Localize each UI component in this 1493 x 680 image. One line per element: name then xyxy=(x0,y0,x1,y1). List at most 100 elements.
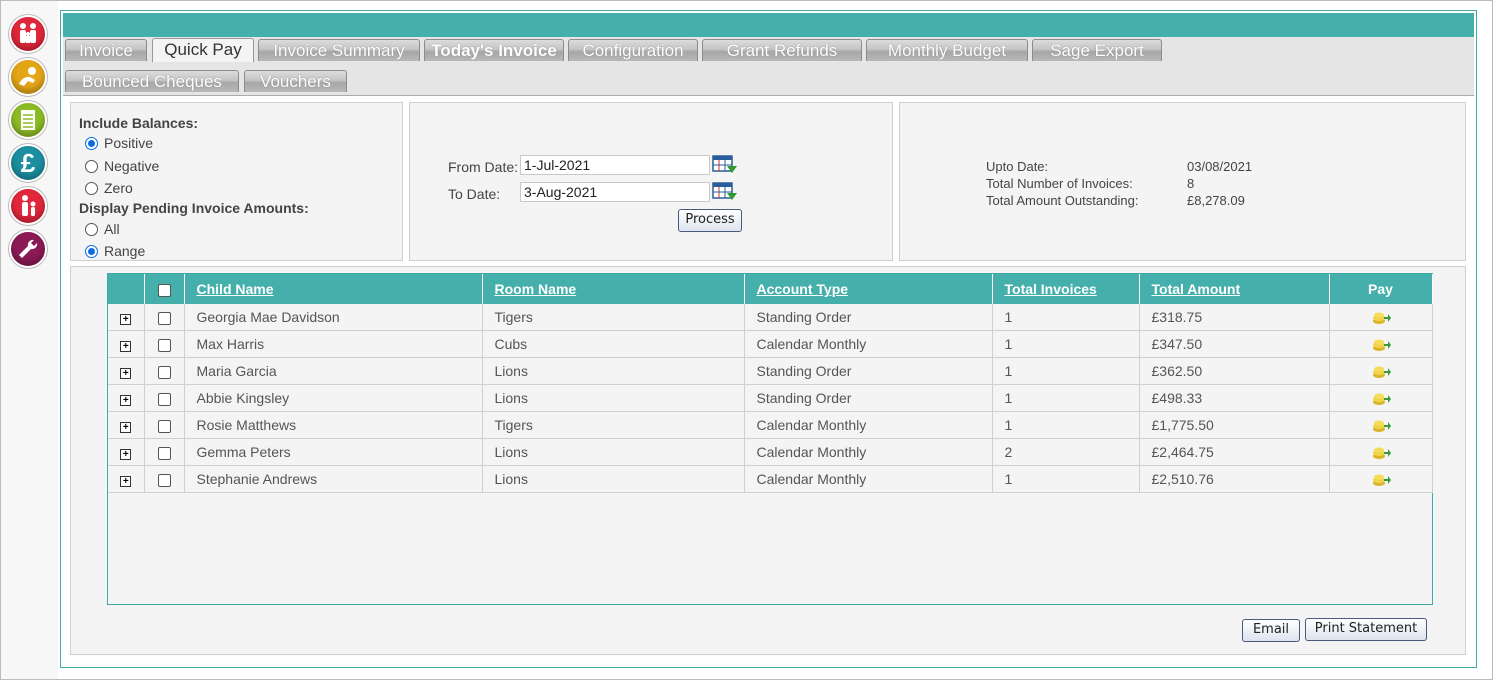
cell-total-amount: £498.33 xyxy=(1139,384,1330,412)
tab-todays-invoice[interactable]: Today's Invoice xyxy=(424,39,564,61)
radio-negative-row[interactable]: Negative xyxy=(85,158,159,174)
cell-total-invoices: 1 xyxy=(992,411,1140,439)
header-account-type[interactable]: Account Type xyxy=(744,274,993,304)
process-button[interactable]: Process xyxy=(678,209,742,232)
cell-total-invoices: 1 xyxy=(992,384,1140,412)
date-panel: From Date: To Date: Process xyxy=(409,102,893,261)
radio-positive[interactable] xyxy=(85,136,98,150)
wrench-icon[interactable] xyxy=(9,230,47,268)
radio-all[interactable] xyxy=(85,222,98,236)
from-calendar-icon[interactable] xyxy=(712,154,738,176)
register-icon[interactable] xyxy=(9,101,47,139)
header-total-amount[interactable]: Total Amount xyxy=(1139,274,1330,304)
tab-vouchers[interactable]: Vouchers xyxy=(244,70,347,92)
baby-icon[interactable] xyxy=(9,58,47,96)
cell-child-name: Rosie Matthews xyxy=(184,411,483,439)
tab-invoice[interactable]: Invoice xyxy=(65,39,147,61)
tab-monthly-budget[interactable]: Monthly Budget xyxy=(866,39,1028,61)
outstanding-label: Total Amount Outstanding: xyxy=(986,193,1139,208)
include-balances-label: Include Balances: xyxy=(79,115,199,131)
row-checkbox[interactable] xyxy=(157,338,171,352)
row-checkbox[interactable] xyxy=(157,473,171,487)
header-total-invoices[interactable]: Total Invoices xyxy=(992,274,1140,304)
table-panel: Child Name Room Name Account Type Total … xyxy=(70,266,1466,655)
expand-row-button[interactable]: + xyxy=(120,422,132,433)
print-statement-button[interactable]: Print Statement xyxy=(1305,618,1427,641)
family-icon[interactable] xyxy=(9,15,47,53)
to-date-input[interactable] xyxy=(520,182,710,202)
radio-positive-row[interactable]: Positive xyxy=(85,135,153,151)
radio-negative[interactable] xyxy=(85,159,98,173)
sort-room-name-link[interactable]: Room Name xyxy=(495,281,577,297)
pay-coins-icon[interactable] xyxy=(1371,308,1391,326)
tab-grant-refunds[interactable]: Grant Refunds xyxy=(702,39,862,61)
pay-coins-icon[interactable] xyxy=(1371,470,1391,488)
table-row: + Max Harris Cubs Calendar Monthly 1 £34… xyxy=(108,330,1433,358)
parent-child-icon[interactable] xyxy=(9,187,47,225)
cell-total-invoices: 1 xyxy=(992,465,1140,493)
row-checkbox[interactable] xyxy=(157,419,171,433)
cell-child-name: Abbie Kingsley xyxy=(184,384,483,412)
cell-account-type: Calendar Monthly xyxy=(744,411,993,439)
radio-range[interactable] xyxy=(85,244,98,258)
pay-coins-icon[interactable] xyxy=(1371,335,1391,353)
cell-total-invoices: 1 xyxy=(992,357,1140,385)
table-row: + Gemma Peters Lions Calendar Monthly 2 … xyxy=(108,438,1433,466)
tab-configuration[interactable]: Configuration xyxy=(568,39,698,61)
expand-row-button[interactable]: + xyxy=(120,314,132,325)
filters-panel: Include Balances: Positive Negative Zero… xyxy=(70,102,403,261)
expand-row-button[interactable]: + xyxy=(120,449,132,460)
main-frame: Invoice Quick Pay Invoice Summary Today'… xyxy=(60,10,1477,668)
cell-total-amount: £1,775.50 xyxy=(1139,411,1330,439)
radio-range-label: Range xyxy=(104,243,146,259)
cell-total-invoices: 1 xyxy=(992,330,1140,358)
header-room-name[interactable]: Room Name xyxy=(482,274,745,304)
tab-bar: Invoice Quick Pay Invoice Summary Today'… xyxy=(63,37,1474,95)
cell-room-name: Lions xyxy=(482,465,745,493)
pay-coins-icon[interactable] xyxy=(1371,416,1391,434)
to-calendar-icon[interactable] xyxy=(712,181,738,203)
expand-row-button[interactable]: + xyxy=(120,476,132,487)
tab-invoice-summary[interactable]: Invoice Summary xyxy=(258,39,420,61)
radio-zero-label: Zero xyxy=(104,180,133,196)
tab-quick-pay[interactable]: Quick Pay xyxy=(152,38,254,62)
radio-zero-row[interactable]: Zero xyxy=(85,180,133,196)
expand-row-button[interactable]: + xyxy=(120,341,132,352)
sort-total-amount-link[interactable]: Total Amount xyxy=(1152,281,1241,297)
invoice-grid: Child Name Room Name Account Type Total … xyxy=(107,273,1433,605)
tab-bounced-cheques[interactable]: Bounced Cheques xyxy=(65,70,239,92)
cell-child-name: Maria Garcia xyxy=(184,357,483,385)
expand-row-button[interactable]: + xyxy=(120,395,132,406)
row-checkbox[interactable] xyxy=(157,446,171,460)
table-row: + Abbie Kingsley Lions Standing Order 1 … xyxy=(108,384,1433,412)
header-child-name[interactable]: Child Name xyxy=(184,274,483,304)
cell-room-name: Lions xyxy=(482,438,745,466)
pending-amounts-label: Display Pending Invoice Amounts: xyxy=(79,200,309,216)
sort-account-type-link[interactable]: Account Type xyxy=(757,281,849,297)
row-checkbox[interactable] xyxy=(157,392,171,406)
tab-sage-export[interactable]: Sage Export xyxy=(1032,39,1162,61)
radio-all-row[interactable]: All xyxy=(85,221,120,237)
row-checkbox[interactable] xyxy=(157,311,171,325)
expand-row-button[interactable]: + xyxy=(120,368,132,379)
cell-room-name: Lions xyxy=(482,357,745,385)
email-button[interactable]: Email xyxy=(1242,619,1300,642)
cell-child-name: Max Harris xyxy=(184,330,483,358)
upto-date-value: 03/08/2021 xyxy=(1187,159,1253,174)
pay-coins-icon[interactable] xyxy=(1371,362,1391,380)
sort-total-invoices-link[interactable]: Total Invoices xyxy=(1005,281,1097,297)
row-checkbox[interactable] xyxy=(157,365,171,379)
pay-coins-icon[interactable] xyxy=(1371,443,1391,461)
select-all-checkbox[interactable] xyxy=(157,283,171,297)
pound-icon[interactable]: £ xyxy=(9,144,47,182)
cell-room-name: Lions xyxy=(482,384,745,412)
sort-child-name-link[interactable]: Child Name xyxy=(197,281,274,297)
table-header-row: Child Name Room Name Account Type Total … xyxy=(108,274,1433,304)
radio-zero[interactable] xyxy=(85,181,98,195)
header-select-all xyxy=(144,274,185,304)
content-area: Include Balances: Positive Negative Zero… xyxy=(63,96,1474,665)
radio-range-row[interactable]: Range xyxy=(85,243,145,259)
pay-coins-icon[interactable] xyxy=(1371,389,1391,407)
table-row: + Stephanie Andrews Lions Calendar Month… xyxy=(108,465,1433,493)
from-date-input[interactable] xyxy=(520,155,710,175)
